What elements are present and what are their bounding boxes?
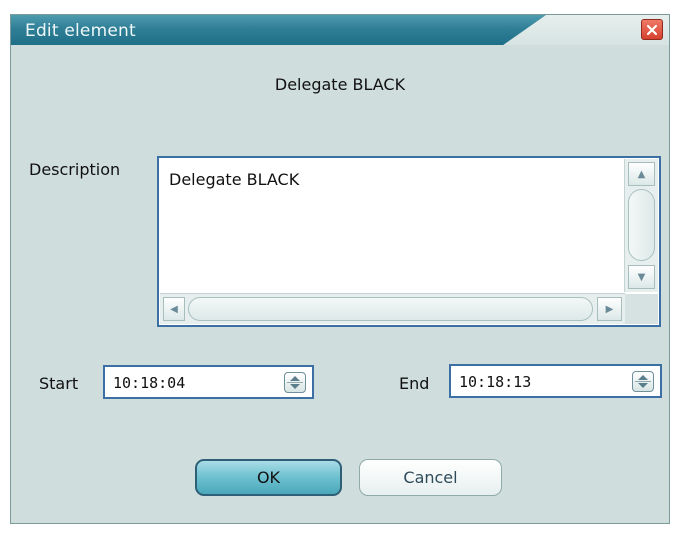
end-label: End	[399, 374, 430, 393]
horizontal-scrollbar[interactable]: ◀ ▶	[160, 293, 625, 324]
spin-up-icon	[290, 376, 300, 381]
ok-button[interactable]: OK	[195, 459, 342, 496]
scroll-down-button[interactable]: ▼	[628, 265, 655, 289]
scroll-left-icon: ◀	[170, 303, 178, 315]
scroll-up-icon: ▲	[637, 168, 646, 180]
start-label: Start	[39, 374, 79, 393]
start-time-field[interactable]: 10:18:04	[103, 365, 314, 399]
description-textarea[interactable]: Delegate BLACK ▲ ▼ ◀ ▶	[157, 156, 661, 327]
end-time-spinner[interactable]	[632, 371, 654, 392]
spin-down-icon	[290, 384, 300, 389]
scroll-left-button[interactable]: ◀	[163, 297, 185, 321]
spin-divider	[287, 382, 303, 383]
start-time-spinner[interactable]	[284, 372, 306, 393]
close-icon	[646, 24, 658, 35]
end-time-value: 10:18:13	[459, 373, 532, 391]
spin-down-icon	[638, 383, 648, 388]
scrollbar-corner	[625, 294, 658, 324]
vertical-scroll-thumb[interactable]	[628, 189, 655, 261]
vertical-scrollbar[interactable]: ▲ ▼	[624, 159, 658, 292]
edit-element-dialog: Edit element Delegate BLACK Description …	[10, 14, 670, 524]
close-button[interactable]	[641, 19, 663, 40]
scroll-right-button[interactable]: ▶	[597, 297, 622, 321]
scroll-up-button[interactable]: ▲	[628, 162, 655, 186]
scroll-right-icon: ▶	[605, 303, 614, 315]
horizontal-scroll-thumb[interactable]	[188, 297, 593, 321]
window-title: Edit element	[25, 21, 136, 41]
scroll-down-icon: ▼	[637, 271, 646, 283]
cancel-button[interactable]: Cancel	[359, 459, 502, 496]
spin-up-icon	[638, 375, 648, 380]
spin-divider	[635, 381, 651, 382]
start-time-value: 10:18:04	[113, 374, 186, 392]
end-time-field[interactable]: 10:18:13	[449, 364, 662, 398]
element-name-heading: Delegate BLACK	[274, 75, 406, 94]
description-text: Delegate BLACK	[169, 170, 300, 189]
title-bar[interactable]: Edit element	[11, 15, 669, 45]
description-label: Description	[29, 160, 121, 179]
